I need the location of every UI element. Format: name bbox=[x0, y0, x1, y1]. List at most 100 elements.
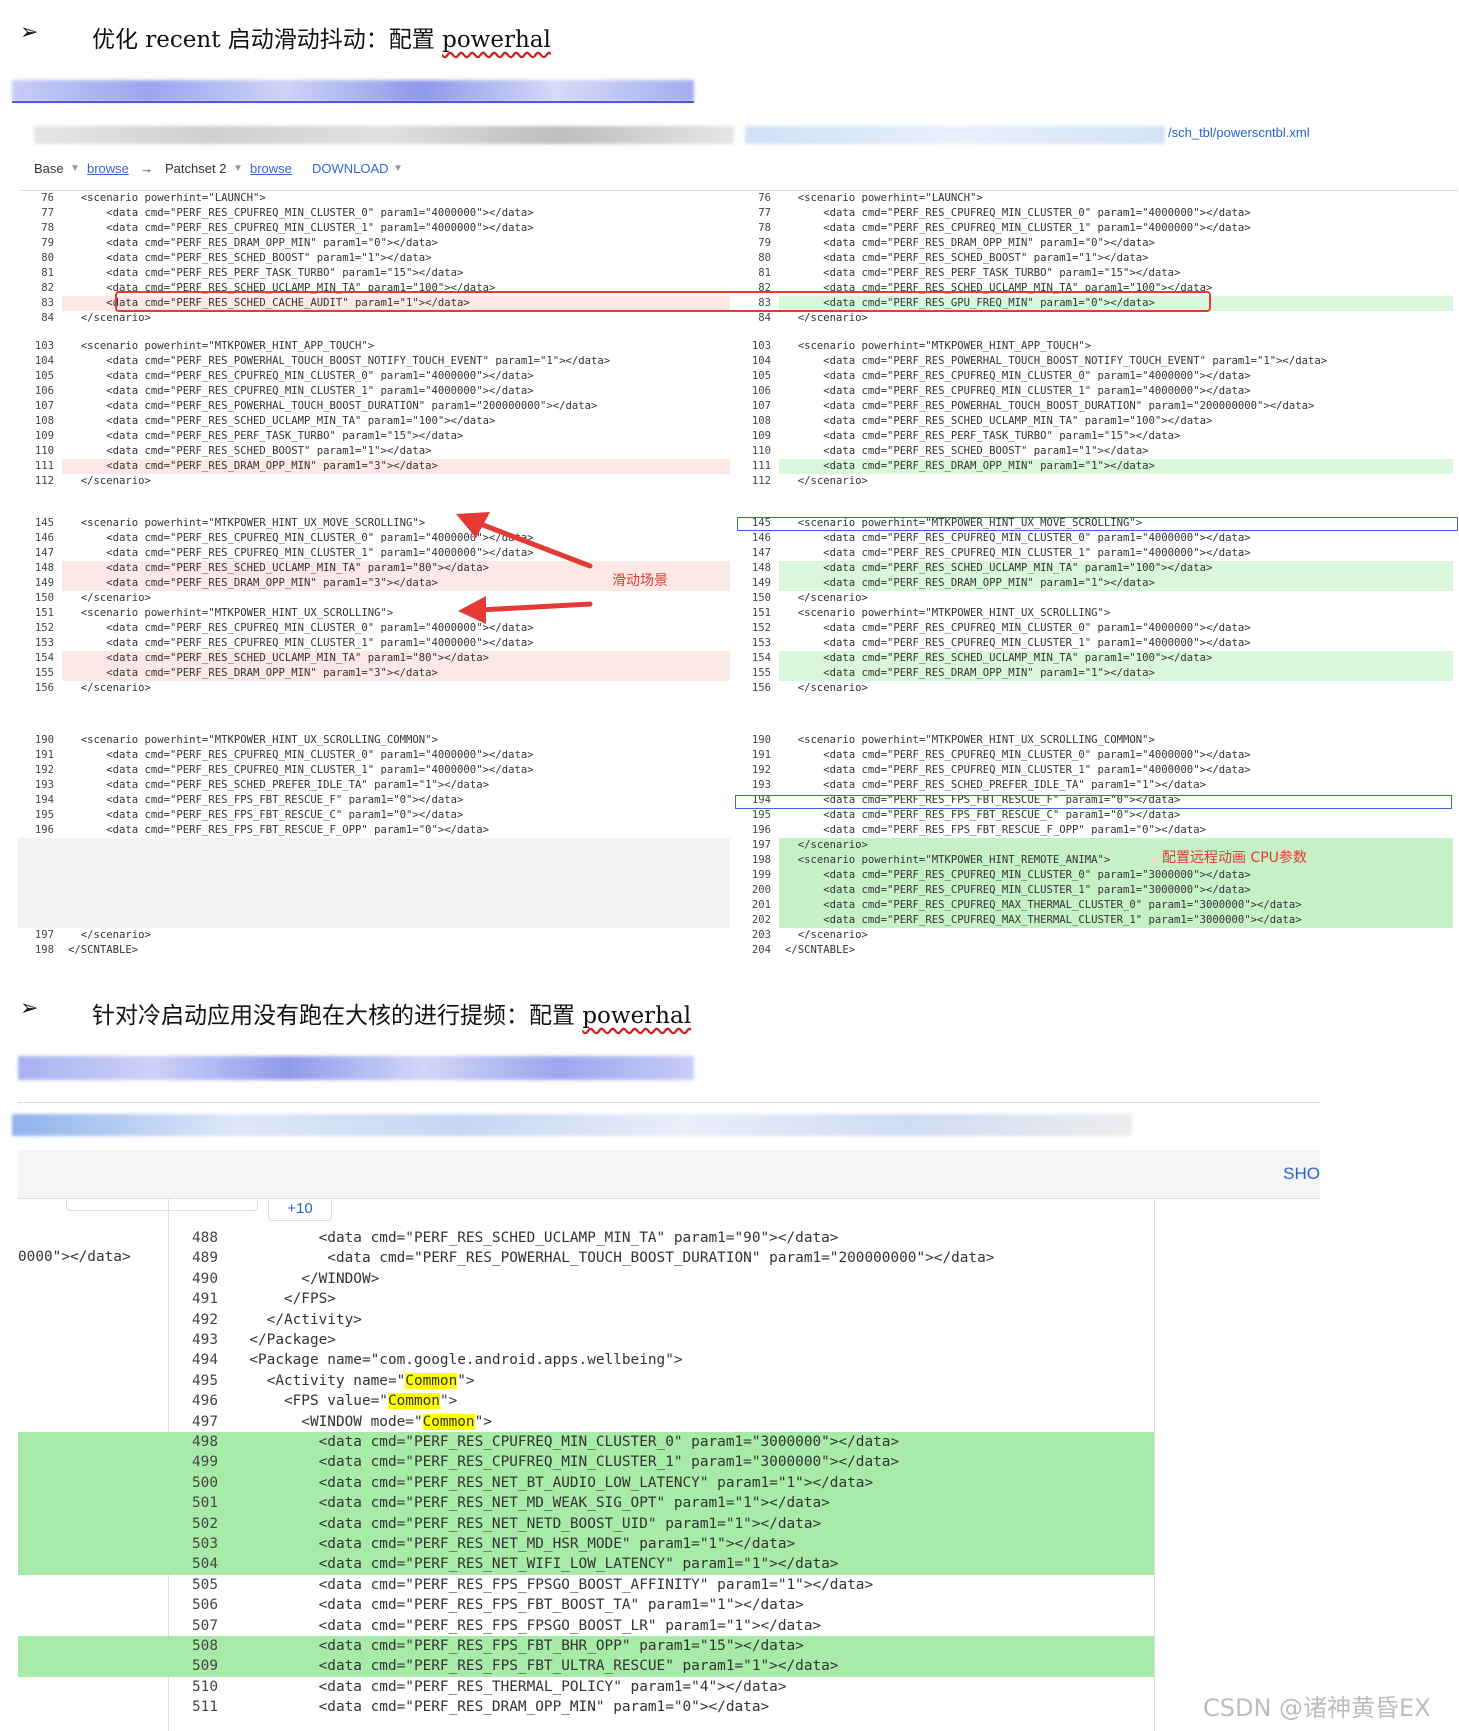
line-content: </scenario> bbox=[68, 592, 151, 604]
line-content: <data cmd="PERF_RES_DRAM_OPP_MIN" param1… bbox=[68, 237, 438, 249]
line-content: <data cmd="PERF_RES_FPS_FBT_RESCUE_F_OPP… bbox=[785, 824, 1206, 836]
diff-line: 77 <data cmd="PERF_RES_CPUFREQ_MIN_CLUST… bbox=[735, 206, 1453, 221]
code-toolbar: SHO bbox=[18, 1150, 1320, 1199]
line-number: 156 bbox=[751, 682, 771, 694]
line-content: <data cmd="PERF_RES_CPUFREQ_MAX_THERMAL_… bbox=[785, 914, 1302, 926]
line-number: 145 bbox=[34, 517, 54, 529]
line-number: 509 bbox=[192, 1658, 218, 1675]
show-button[interactable]: SHO bbox=[1283, 1164, 1320, 1184]
line-content: <data cmd="PERF_RES_FPS_FBT_RESCUE_F_OPP… bbox=[68, 824, 489, 836]
line-number: 104 bbox=[34, 355, 54, 367]
file-path[interactable]: /sch_tbl/powerscntbl.xml bbox=[1168, 125, 1310, 140]
diff-line: 107 <data cmd="PERF_RES_POWERHAL_TOUCH_B… bbox=[18, 399, 730, 414]
patchset-dropdown-icon[interactable]: ▼ bbox=[233, 163, 243, 174]
line-content: <data cmd="PERF_RES_CPUFREQ_MIN_CLUSTER_… bbox=[785, 385, 1251, 397]
redacted-link-underline bbox=[12, 101, 694, 103]
line-content: <data cmd="PERF_RES_FPS_FBT_RESCUE_F" pa… bbox=[68, 794, 464, 806]
line-number: 197 bbox=[751, 839, 771, 851]
code-line: 503 <data cmd="PERF_RES_NET_MD_HSR_MODE"… bbox=[0, 1534, 1154, 1555]
line-number: 504 bbox=[192, 1556, 218, 1573]
code-line: 504 <data cmd="PERF_RES_NET_WIFI_LOW_LAT… bbox=[0, 1554, 1154, 1575]
diff-line: 197 </scenario> bbox=[735, 838, 1453, 853]
diff-line: 192 <data cmd="PERF_RES_CPUFREQ_MIN_CLUS… bbox=[18, 763, 730, 778]
line-number: 152 bbox=[751, 622, 771, 634]
line-number: 200 bbox=[751, 884, 771, 896]
diff-line: 152 <data cmd="PERF_RES_CPUFREQ_MIN_CLUS… bbox=[735, 621, 1453, 636]
line-content: <data cmd="PERF_RES_CPUFREQ_MIN_CLUSTER_… bbox=[785, 764, 1251, 776]
redacted-path-left bbox=[34, 126, 734, 144]
line-content: <data cmd="PERF_RES_PERF_TASK_TURBO" par… bbox=[68, 267, 464, 279]
code-line: 492 </Activity> bbox=[0, 1310, 1150, 1330]
line-number: 155 bbox=[751, 667, 771, 679]
line-number: 501 bbox=[192, 1495, 218, 1512]
line-number: 78 bbox=[41, 222, 54, 234]
line-content: <data cmd="PERF_RES_SCHED_UCLAMP_MIN_TA"… bbox=[68, 415, 496, 427]
line-content: </scenario> bbox=[68, 682, 151, 694]
line-number: 107 bbox=[751, 400, 771, 412]
line-content: <data cmd="PERF_RES_DRAM_OPP_MIN" param1… bbox=[785, 577, 1155, 589]
line-content: <data cmd="PERF_RES_POWERHAL_TOUCH_BOOST… bbox=[785, 400, 1315, 412]
diff-line: 191 <data cmd="PERF_RES_CPUFREQ_MIN_CLUS… bbox=[18, 748, 730, 763]
line-content: <data cmd="PERF_RES_SCHED_UCLAMP_MIN_TA"… bbox=[785, 562, 1213, 574]
line-number: 489 bbox=[192, 1250, 218, 1267]
line-content: <scenario powerhint="MTKPOWER_HINT_UX_SC… bbox=[785, 607, 1111, 619]
line-number: 498 bbox=[192, 1434, 218, 1450]
line-content: <data cmd="PERF_RES_SCHED_BOOST" param1=… bbox=[68, 445, 432, 457]
browse-link-patchset[interactable]: browse bbox=[250, 161, 292, 176]
code-line: 490 </WINDOW> bbox=[0, 1269, 1150, 1289]
section2-title: 针对冷启动应用没有跑在大核的进行提频：配置 bbox=[92, 1003, 583, 1029]
file-tab-stub bbox=[66, 1198, 258, 1211]
line-content: <data cmd="PERF_RES_FPS_FBT_BHR_OPP" par… bbox=[232, 1638, 804, 1654]
diff-line: 155 <data cmd="PERF_RES_DRAM_OPP_MIN" pa… bbox=[18, 666, 730, 681]
download-dropdown-icon[interactable]: ▼ bbox=[393, 163, 403, 174]
line-number: 502 bbox=[192, 1515, 218, 1532]
line-content: <Package name="com.google.android.apps.w… bbox=[232, 1352, 683, 1369]
line-content: </scenario> bbox=[785, 592, 868, 604]
diff-line: 190 <scenario powerhint="MTKPOWER_HINT_U… bbox=[735, 733, 1453, 748]
line-number: 76 bbox=[41, 192, 54, 204]
line-number: 195 bbox=[751, 809, 771, 821]
diff-line: 109 <data cmd="PERF_RES_PERF_TASK_TURBO"… bbox=[735, 429, 1453, 444]
line-content: <data cmd="PERF_RES_CPUFREQ_MIN_CLUSTER_… bbox=[785, 532, 1251, 544]
download-button[interactable]: DOWNLOAD bbox=[312, 161, 389, 176]
red-arrows-icon bbox=[456, 512, 593, 624]
diff-line: 111 <data cmd="PERF_RES_DRAM_OPP_MIN" pa… bbox=[735, 459, 1453, 474]
line-number: 112 bbox=[34, 475, 54, 487]
diff-line: 198 <scenario powerhint="MTKPOWER_HINT_R… bbox=[735, 853, 1453, 868]
line-number: 195 bbox=[34, 809, 54, 821]
diff-line: 103 <scenario powerhint="MTKPOWER_HINT_A… bbox=[735, 339, 1453, 354]
diff-line: 76 <scenario powerhint="LAUNCH"> bbox=[18, 191, 730, 206]
line-number: 149 bbox=[751, 577, 771, 589]
diff-line: 203 </scenario> bbox=[735, 928, 1453, 943]
line-content: <data cmd="PERF_RES_DRAM_OPP_MIN" param1… bbox=[68, 460, 438, 472]
line-number: 108 bbox=[34, 415, 54, 427]
line-content: </SCNTABLE> bbox=[68, 944, 139, 956]
diff-line: 153 <data cmd="PERF_RES_CPUFREQ_MIN_CLUS… bbox=[18, 636, 730, 651]
line-number: 76 bbox=[758, 192, 771, 204]
expand-10-button[interactable]: +10 bbox=[268, 1198, 332, 1221]
line-number: 154 bbox=[34, 652, 54, 664]
browse-link-base[interactable]: browse bbox=[87, 161, 129, 176]
line-number: 107 bbox=[34, 400, 54, 412]
line-number: 103 bbox=[751, 340, 771, 352]
line-number: 511 bbox=[192, 1699, 218, 1716]
line-number: 78 bbox=[758, 222, 771, 234]
base-dropdown-icon[interactable]: ▼ bbox=[70, 163, 80, 174]
line-content: <data cmd="PERF_RES_CPUFREQ_MIN_CLUSTER_… bbox=[68, 370, 534, 382]
line-number: 148 bbox=[751, 562, 771, 574]
diff-line: 193 <data cmd="PERF_RES_SCHED_PREFER_IDL… bbox=[735, 778, 1453, 793]
line-content: </scenario> bbox=[785, 475, 868, 487]
code-line: 506 <data cmd="PERF_RES_FPS_FBT_BOOST_TA… bbox=[0, 1595, 1150, 1615]
line-number: 505 bbox=[192, 1576, 218, 1593]
code-line: 496 <FPS value="Common"> bbox=[0, 1391, 1150, 1411]
line-number: 81 bbox=[758, 267, 771, 279]
redacted-link bbox=[12, 80, 694, 102]
diff-line: 105 <data cmd="PERF_RES_CPUFREQ_MIN_CLUS… bbox=[735, 369, 1453, 384]
line-content: <data cmd="PERF_RES_CPUFREQ_MIN_CLUSTER_… bbox=[785, 884, 1251, 896]
line-number: 106 bbox=[751, 385, 771, 397]
line-content: <data cmd="PERF_RES_CPUFREQ_MIN_CLUSTER_… bbox=[785, 547, 1251, 559]
line-content: <data cmd="PERF_RES_DRAM_OPP_MIN" param1… bbox=[68, 577, 438, 589]
line-number: 82 bbox=[41, 282, 54, 294]
line-number: 493 bbox=[192, 1332, 218, 1348]
code-line: 493 </Package> bbox=[0, 1330, 1150, 1350]
